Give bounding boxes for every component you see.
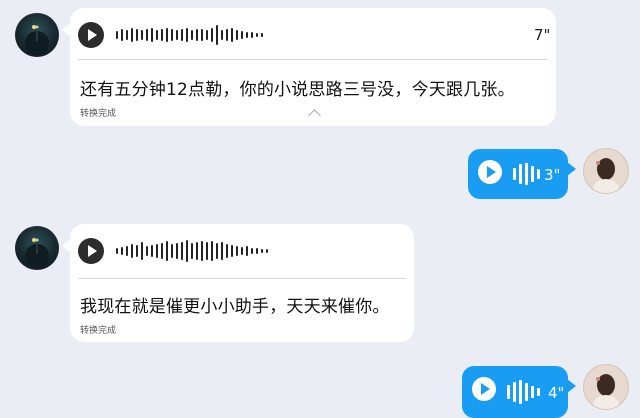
chevron-up-icon[interactable]: [308, 109, 321, 122]
contact-avatar[interactable]: [15, 13, 59, 57]
voice-duration: 7": [534, 26, 551, 44]
transcript-divider: [78, 59, 548, 60]
bubble-tail: [567, 162, 576, 176]
sent-voice-bubble[interactable]: 3": [468, 149, 576, 199]
contact-avatar[interactable]: [15, 226, 59, 270]
conversion-status: 转换完成: [80, 326, 117, 336]
person-silhouette-icon: [25, 25, 49, 55]
play-icon[interactable]: [478, 160, 502, 184]
transcript-divider: [78, 278, 406, 279]
play-icon[interactable]: [78, 238, 104, 264]
bubble-tail: [62, 22, 72, 38]
play-icon[interactable]: [472, 377, 496, 401]
person-portrait-icon: [593, 374, 619, 409]
bubble-tail: [567, 379, 576, 393]
voice-waveform: [116, 24, 263, 46]
voice-message-bubble[interactable]: 我现在就是催更小小助手，天天来催你。 转换完成: [62, 224, 414, 342]
conversion-status: 转换完成: [80, 109, 117, 119]
voice-duration: 3": [544, 166, 561, 184]
play-icon[interactable]: [78, 22, 104, 48]
voice-waveform: [507, 379, 540, 405]
voice-duration: 4": [548, 384, 565, 402]
voice-waveform: [513, 162, 540, 186]
transcript-text: 还有五分钟12点勒，你的小说思路三号没，今天跟几张。: [80, 80, 515, 100]
voice-message-bubble[interactable]: 7" 还有五分钟12点勒，你的小说思路三号没，今天跟几张。 转换完成: [62, 8, 556, 126]
sent-voice-bubble[interactable]: 4": [462, 366, 576, 418]
transcript-text: 我现在就是催更小小助手，天天来催你。: [80, 297, 390, 317]
my-avatar[interactable]: [583, 364, 629, 410]
voice-waveform: [116, 239, 268, 263]
person-silhouette-icon: [25, 238, 49, 268]
person-portrait-icon: [593, 158, 619, 193]
bubble-tail: [62, 238, 72, 254]
my-avatar[interactable]: [583, 148, 629, 194]
